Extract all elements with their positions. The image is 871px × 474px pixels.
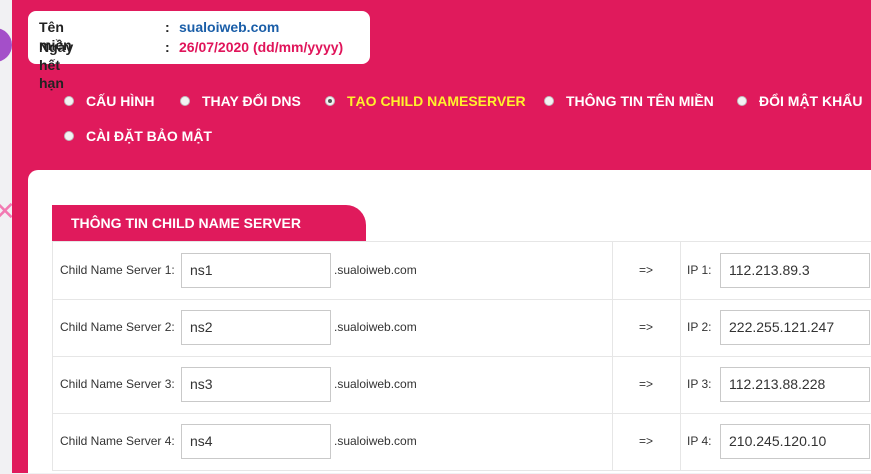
ns-label: Child Name Server 3: [60, 377, 175, 391]
menu-item-cai-dat-bao-mat[interactable]: CÀI ĐẶT BẢO MẬT [64, 128, 212, 144]
colon: : [165, 39, 170, 55]
ip-label: IP 4: [687, 434, 712, 448]
expiry-label: Ngày hết hạn [39, 39, 74, 91]
table-row: Child Name Server 4: ns4 .sualoiweb.com … [52, 413, 871, 471]
ip-input[interactable]: 112.213.88.228 [720, 367, 870, 402]
menu-item-doi-mat-khau[interactable]: ĐỔI MẬT KHẨU [737, 93, 862, 109]
menu-item-label: CẤU HÌNH [86, 93, 155, 109]
divider [612, 356, 613, 413]
divider [680, 299, 681, 356]
ns-input[interactable]: ns3 [181, 367, 331, 402]
ns-input[interactable]: ns4 [181, 424, 331, 459]
menu-item-cau-hinh[interactable]: CẤU HÌNH [64, 93, 154, 109]
menu-item-label: THAY ĐỔI DNS [202, 93, 301, 109]
table-row: Child Name Server 1: ns1 .sualoiweb.com … [52, 242, 871, 300]
ip-label: IP 2: [687, 320, 712, 334]
arrow: => [639, 263, 654, 277]
ns-label: Child Name Server 4: [60, 434, 175, 448]
divider [612, 242, 613, 299]
divider [680, 242, 681, 299]
radio-icon[interactable] [64, 131, 74, 141]
divider [680, 413, 681, 470]
section-header: THÔNG TIN CHILD NAME SERVER [52, 205, 366, 241]
domain-info-card: Tên miền : sualoiweb.com Ngày hết hạn : … [28, 11, 370, 91]
arrow: => [639, 377, 654, 391]
menu-item-label: ĐỔI MẬT KHẨU [759, 93, 863, 109]
table-row: Child Name Server 3: ns3 .sualoiweb.com … [52, 356, 871, 414]
radio-icon[interactable] [64, 96, 74, 106]
colon: : [165, 19, 170, 35]
menu-item-tao-child-nameserver[interactable]: TẠO CHILD NAMESERVER [325, 93, 526, 109]
ip-input[interactable]: 210.245.120.10 [720, 424, 870, 459]
menu-item-thay-doi-dns[interactable]: THAY ĐỔI DNS [180, 93, 301, 109]
ip-input[interactable]: 112.213.89.3 [720, 253, 870, 288]
domain-suffix: .sualoiweb.com [334, 434, 417, 448]
domain-suffix: .sualoiweb.com [334, 320, 417, 334]
ns-input[interactable]: ns1 [181, 253, 331, 288]
menu-item-thong-tin-ten-mien[interactable]: THÔNG TIN TÊN MIỀN [544, 93, 714, 109]
table-row: Child Name Server 2: ns2 .sualoiweb.com … [52, 299, 871, 357]
radio-icon[interactable] [737, 96, 747, 106]
domain-value: sualoiweb.com [179, 19, 280, 35]
domain-suffix: .sualoiweb.com [334, 377, 417, 391]
child-nameserver-table: Child Name Server 1: ns1 .sualoiweb.com … [52, 241, 871, 474]
divider [680, 356, 681, 413]
radio-icon[interactable] [180, 96, 190, 106]
menu-item-label: TẠO CHILD NAMESERVER [347, 93, 526, 109]
section-title: THÔNG TIN CHILD NAME SERVER [71, 215, 301, 231]
arrow: => [639, 320, 654, 334]
radio-icon[interactable] [544, 96, 554, 106]
ns-input[interactable]: ns2 [181, 310, 331, 345]
ip-label: IP 3: [687, 377, 712, 391]
ip-label: IP 1: [687, 263, 712, 277]
domain-suffix: .sualoiweb.com [334, 263, 417, 277]
ns-label: Child Name Server 2: [60, 320, 175, 334]
menu-item-label: THÔNG TIN TÊN MIỀN [566, 93, 714, 109]
expiry-value: 26/07/2020 (dd/mm/yyyy) [179, 39, 344, 55]
ns-label: Child Name Server 1: [60, 263, 175, 277]
divider [612, 299, 613, 356]
menu-item-label: CÀI ĐẶT BẢO MẬT [86, 128, 212, 144]
radio-selected-icon[interactable] [325, 96, 335, 106]
divider [612, 413, 613, 470]
ip-input[interactable]: 222.255.121.247 [720, 310, 870, 345]
arrow: => [639, 434, 654, 448]
